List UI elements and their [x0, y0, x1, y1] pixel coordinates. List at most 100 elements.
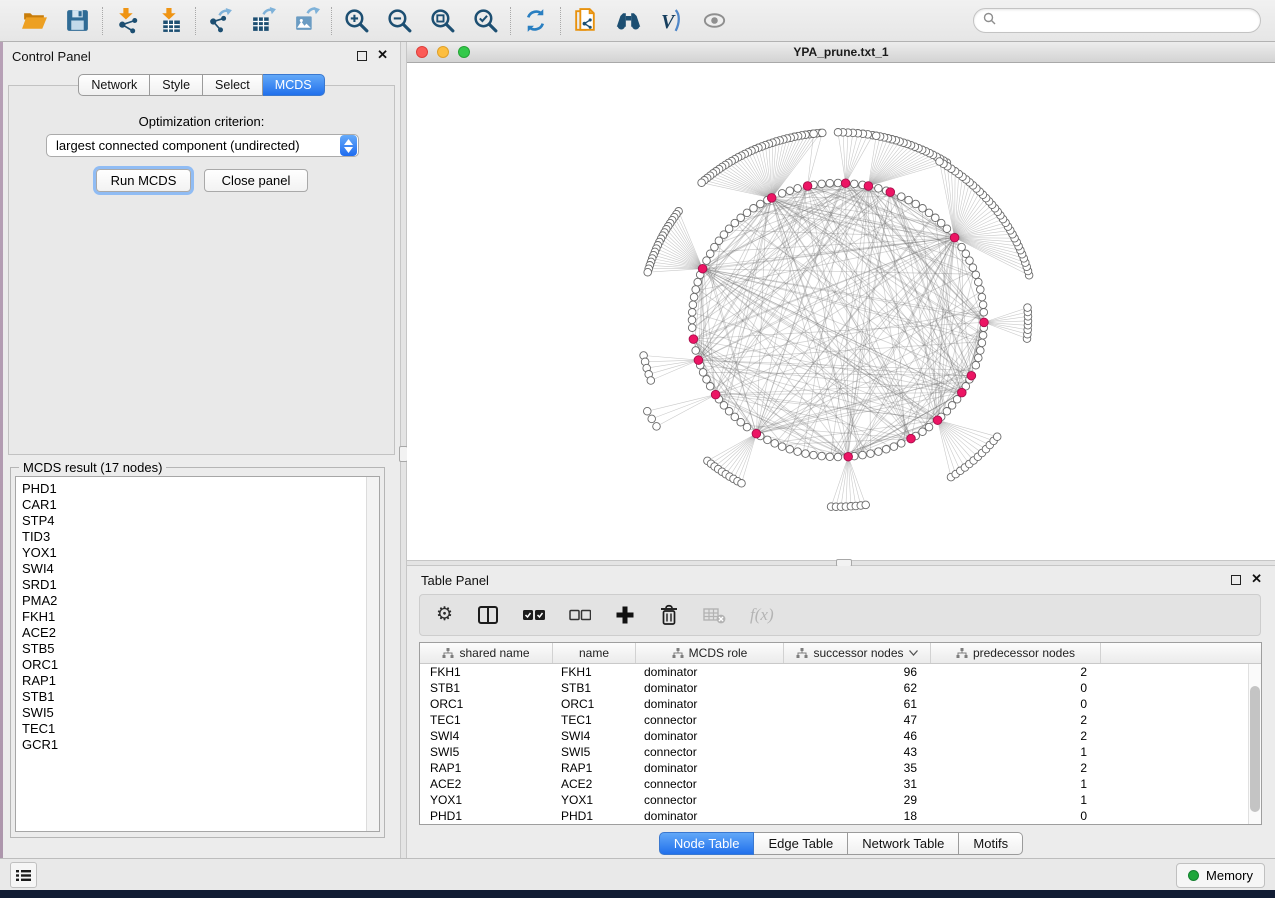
- vertical-splitter[interactable]: [400, 42, 407, 858]
- search-field[interactable]: [973, 8, 1261, 33]
- network-view-window: YPA_prune.txt_1: [407, 42, 1275, 560]
- column-header-shared-name[interactable]: shared name: [420, 643, 553, 663]
- node-table-body: FKH1FKH1dominator962STB1STB1dominator620…: [420, 664, 1261, 824]
- column-namespace-icon: [796, 648, 808, 659]
- mcds-result-item[interactable]: SRD1: [22, 577, 366, 593]
- table-row[interactable]: ORC1ORC1dominator610: [420, 696, 1261, 712]
- save-session-icon[interactable]: [64, 7, 91, 34]
- mcds-result-item[interactable]: STB5: [22, 641, 366, 657]
- network-window-titlebar[interactable]: YPA_prune.txt_1: [407, 42, 1275, 63]
- window-zoom-light[interactable]: [458, 46, 470, 58]
- table-cell: SWI4: [553, 728, 636, 744]
- export-network-icon[interactable]: [207, 7, 234, 34]
- table-row[interactable]: RAP1RAP1dominator352: [420, 760, 1261, 776]
- run-mcds-button[interactable]: Run MCDS: [96, 169, 191, 192]
- mcds-result-item[interactable]: PHD1: [22, 481, 366, 497]
- table-cell: ACE2: [553, 776, 636, 792]
- table-row[interactable]: STB1STB1dominator620: [420, 680, 1261, 696]
- import-table-icon[interactable]: [157, 7, 184, 34]
- mcds-result-title: MCDS result (17 nodes): [19, 460, 166, 475]
- add-column-plus-icon[interactable]: [615, 602, 635, 628]
- mcds-result-item[interactable]: STB1: [22, 689, 366, 705]
- share-document-icon[interactable]: [572, 7, 599, 34]
- table-cell: connector: [636, 712, 784, 728]
- mcds-result-item[interactable]: YOX1: [22, 545, 366, 561]
- visual-properties-icon[interactable]: V: [658, 7, 685, 34]
- float-panel-icon[interactable]: [1231, 575, 1241, 585]
- mcds-result-item[interactable]: ORC1: [22, 657, 366, 673]
- export-image-icon[interactable]: [293, 7, 320, 34]
- mcds-result-item[interactable]: CAR1: [22, 497, 366, 513]
- tab-network[interactable]: Network: [78, 74, 150, 96]
- mcds-result-item[interactable]: SWI4: [22, 561, 366, 577]
- mcds-result-item[interactable]: FKH1: [22, 609, 366, 625]
- select-all-checkboxes-icon[interactable]: [523, 602, 545, 628]
- graphics-details-eye-icon[interactable]: [701, 7, 728, 34]
- table-scrollbar[interactable]: [1248, 664, 1261, 824]
- table-cell: 2: [931, 664, 1101, 680]
- table-cell: PHD1: [553, 808, 636, 824]
- column-header-successor-nodes[interactable]: successor nodes: [784, 643, 931, 663]
- show-panels-list-button[interactable]: [10, 862, 37, 888]
- memory-status-dot: [1188, 870, 1199, 881]
- memory-button[interactable]: Memory: [1176, 863, 1265, 888]
- table-cell: YOX1: [420, 792, 553, 808]
- mcds-result-item[interactable]: SWI5: [22, 705, 366, 721]
- unselect-all-checkboxes-icon[interactable]: [569, 602, 591, 628]
- table-row[interactable]: FKH1FKH1dominator962: [420, 664, 1261, 680]
- mcds-result-item[interactable]: GCR1: [22, 737, 366, 753]
- function-builder-fx-icon-disabled: f(x): [750, 602, 774, 628]
- table-scrollbar-thumb[interactable]: [1250, 686, 1260, 812]
- table-cell: dominator: [636, 728, 784, 744]
- close-panel-icon[interactable]: ✕: [1251, 572, 1262, 586]
- window-close-light[interactable]: [416, 46, 428, 58]
- table-cell: connector: [636, 776, 784, 792]
- open-file-icon[interactable]: [21, 7, 48, 34]
- import-network-icon[interactable]: [114, 7, 141, 34]
- table-cell: STB1: [420, 680, 553, 696]
- search-icon: [983, 12, 996, 30]
- mcds-result-item[interactable]: TEC1: [22, 721, 366, 737]
- table-row[interactable]: ACE2ACE2connector311: [420, 776, 1261, 792]
- tab-style[interactable]: Style: [150, 74, 203, 96]
- table-row[interactable]: TEC1TEC1connector472: [420, 712, 1261, 728]
- zoom-in-icon[interactable]: [343, 7, 370, 34]
- zoom-out-icon[interactable]: [386, 7, 413, 34]
- split-view-columns-icon[interactable]: [477, 602, 499, 628]
- window-minimize-light[interactable]: [437, 46, 449, 58]
- table-row[interactable]: SWI4SWI4dominator462: [420, 728, 1261, 744]
- table-row[interactable]: SWI5SWI5connector431: [420, 744, 1261, 760]
- delete-column-trash-icon[interactable]: [659, 602, 679, 628]
- search-input[interactable]: [1002, 13, 1251, 29]
- column-header-filler: [1101, 643, 1261, 663]
- zoom-fit-icon[interactable]: [429, 7, 456, 34]
- tab-select[interactable]: Select: [203, 74, 263, 96]
- apply-layout-refresh-icon[interactable]: [522, 7, 549, 34]
- zoom-selected-icon[interactable]: [472, 7, 499, 34]
- tab-node-table[interactable]: Node Table: [659, 832, 755, 855]
- tab-mcds[interactable]: MCDS: [263, 74, 325, 96]
- tab-edge-table[interactable]: Edge Table: [754, 832, 848, 855]
- close-panel-button[interactable]: Close panel: [204, 169, 308, 192]
- mcds-result-item[interactable]: RAP1: [22, 673, 366, 689]
- search-binoculars-icon[interactable]: [615, 7, 642, 34]
- optimization-criterion-select[interactable]: largest connected component (undirected): [46, 134, 359, 157]
- mcds-list-scrollbar[interactable]: [366, 477, 379, 831]
- tab-motifs[interactable]: Motifs: [959, 832, 1023, 855]
- column-header-predecessor-nodes[interactable]: predecessor nodes: [931, 643, 1101, 663]
- tab-network-table[interactable]: Network Table: [848, 832, 959, 855]
- table-cell: connector: [636, 792, 784, 808]
- column-settings-gear-icon[interactable]: ⚙: [436, 602, 453, 628]
- export-table-icon[interactable]: [250, 7, 277, 34]
- mcds-result-item[interactable]: PMA2: [22, 593, 366, 609]
- mcds-result-item[interactable]: TID3: [22, 529, 366, 545]
- table-row[interactable]: YOX1YOX1connector291: [420, 792, 1261, 808]
- mcds-result-item[interactable]: ACE2: [22, 625, 366, 641]
- mcds-result-item[interactable]: STP4: [22, 513, 366, 529]
- network-canvas[interactable]: [407, 63, 1275, 560]
- float-panel-icon[interactable]: [357, 51, 367, 61]
- column-header-name[interactable]: name: [553, 643, 636, 663]
- column-header-mcds-role[interactable]: MCDS role: [636, 643, 784, 663]
- close-panel-icon[interactable]: ✕: [377, 48, 388, 62]
- table-row[interactable]: PHD1PHD1dominator180: [420, 808, 1261, 824]
